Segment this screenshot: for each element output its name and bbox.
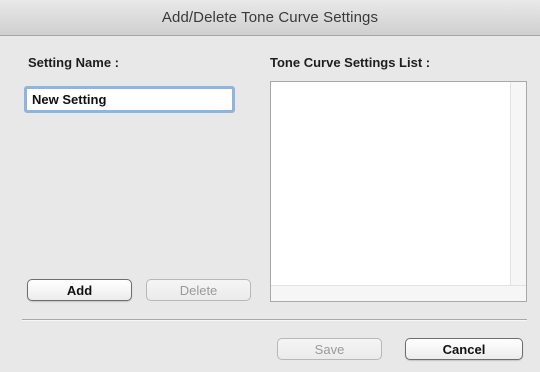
divider — [22, 319, 527, 321]
setting-name-label: Setting Name : — [28, 55, 120, 70]
cancel-button[interactable]: Cancel — [405, 338, 523, 360]
dialog-window: Add/Delete Tone Curve Settings Setting N… — [0, 0, 540, 372]
tone-curve-settings-list-label: Tone Curve Settings List : — [270, 55, 431, 70]
setting-name-input[interactable] — [24, 86, 235, 113]
add-button[interactable]: Add — [27, 279, 132, 301]
list-horizontal-scrollbar[interactable] — [271, 285, 526, 301]
delete-button[interactable]: Delete — [146, 279, 251, 301]
tone-curve-settings-list[interactable] — [270, 81, 527, 302]
dialog-title: Add/Delete Tone Curve Settings — [161, 9, 379, 26]
save-button[interactable]: Save — [277, 338, 382, 360]
list-vertical-scrollbar[interactable] — [510, 82, 526, 301]
title-bar[interactable]: Add/Delete Tone Curve Settings — [0, 0, 540, 36]
